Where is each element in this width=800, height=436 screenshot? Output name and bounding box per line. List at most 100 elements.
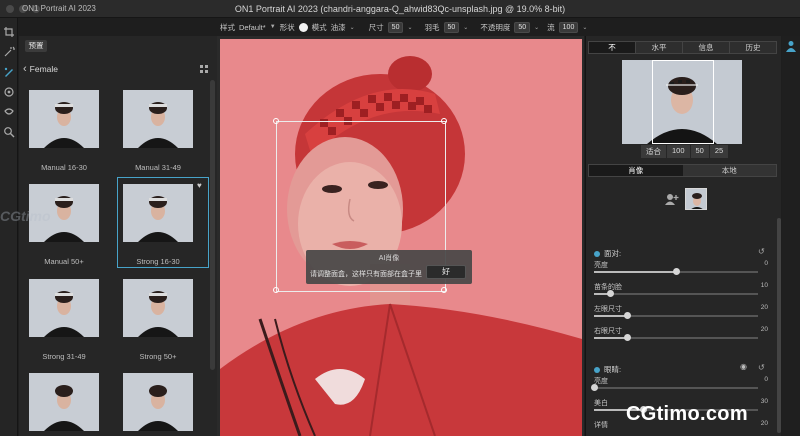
chevron-down-icon: ⌄ xyxy=(534,24,540,31)
slider-knob[interactable] xyxy=(607,290,615,297)
preset-preview-image xyxy=(123,184,193,242)
tab-levels[interactable]: 水平 xyxy=(636,42,683,53)
navigator-viewport[interactable] xyxy=(652,60,714,144)
brush-icon[interactable] xyxy=(3,66,15,78)
presets-scrollbar[interactable] xyxy=(210,80,215,370)
section-enabled-indicator[interactable] xyxy=(594,250,600,257)
slider-value[interactable]: 20 xyxy=(752,304,768,311)
slider-value[interactable]: 0 xyxy=(752,260,768,267)
portrait-person-icon[interactable] xyxy=(785,40,797,52)
slider-value[interactable]: 10 xyxy=(752,282,768,289)
zoom-fit-button[interactable]: 适合 xyxy=(641,145,666,158)
preset-thumbnail[interactable]: Strong 50+ xyxy=(123,279,193,361)
face-section-header[interactable]: 面对: xyxy=(594,248,621,259)
size-field[interactable]: 50 xyxy=(387,21,404,33)
crop-icon[interactable] xyxy=(3,26,15,38)
slider-track[interactable] xyxy=(594,312,758,319)
section-enabled-indicator[interactable] xyxy=(594,366,600,373)
slider-knob[interactable] xyxy=(623,312,631,319)
preset-label: Strong 31-49 xyxy=(42,352,86,361)
slider-slim-face[interactable]: 苗条的脸 10 xyxy=(594,282,770,298)
chevron-down-icon: ⌄ xyxy=(349,24,355,31)
style-select[interactable]: Default* xyxy=(239,23,266,32)
slider-face-brightness[interactable]: 亮度 0 xyxy=(594,260,770,276)
slider-track[interactable] xyxy=(594,268,758,275)
flow-field[interactable]: 100 xyxy=(558,21,579,33)
dialog-title: AI肖像 xyxy=(378,255,400,262)
feather-label: 羽毛 xyxy=(424,22,440,32)
preset-category-nav[interactable]: ‹ Female xyxy=(23,63,58,75)
resize-handle[interactable] xyxy=(441,287,447,293)
slider-track[interactable] xyxy=(594,334,758,341)
slider-eyes-brightness[interactable]: 亮度 0 xyxy=(591,376,770,392)
chevron-left-icon[interactable]: ‹ xyxy=(23,63,27,75)
face-section-title: 面对: xyxy=(604,249,622,258)
chevron-down-icon: ⌄ xyxy=(407,24,413,31)
eyes-section-header[interactable]: 眼睛: xyxy=(594,364,621,375)
retouch-icon[interactable] xyxy=(3,86,15,98)
brush-shape-icon[interactable] xyxy=(298,22,308,32)
zoom-100-button[interactable]: 100 xyxy=(667,145,690,158)
preset-label: Manual 16-30 xyxy=(41,163,87,172)
zoom-icon[interactable] xyxy=(3,126,15,138)
tab-navigator[interactable]: 不 xyxy=(589,42,636,53)
resize-handle[interactable] xyxy=(273,118,279,124)
slider-track[interactable] xyxy=(594,290,758,297)
detected-face-thumbnail[interactable] xyxy=(685,188,707,210)
tab-info[interactable]: 信息 xyxy=(683,42,730,53)
preset-thumbnail[interactable]: Strong 31-49 xyxy=(29,279,99,361)
feather-field[interactable]: 50 xyxy=(443,21,460,33)
ai-portrait-dialog: AI肖像 请调整面盒，这样只有面部在盒子里 好 xyxy=(306,250,472,284)
preset-thumbnail[interactable] xyxy=(123,373,193,436)
resize-handle[interactable] xyxy=(273,287,279,293)
slider-value[interactable]: 20 xyxy=(752,420,768,427)
wand-icon[interactable] xyxy=(3,46,15,58)
slider-knob[interactable] xyxy=(673,268,680,275)
eye-visibility-icon[interactable]: ◉ xyxy=(740,362,747,371)
slider-fill xyxy=(594,337,627,339)
slider-label: 亮度 xyxy=(594,262,608,269)
grid-view-icon[interactable] xyxy=(200,65,208,73)
slider-label: 右眼尺寸 xyxy=(594,328,622,335)
panel-scrollbar[interactable] xyxy=(777,218,781,433)
reset-icon[interactable]: ↺ xyxy=(758,363,765,372)
zoom-buttons: 适合 100 50 25 xyxy=(641,145,729,158)
slider-value[interactable]: 30 xyxy=(752,398,768,405)
tab-history[interactable]: 历史 xyxy=(730,42,776,53)
module-tabs: 肖像 本地 xyxy=(588,164,777,177)
ok-button[interactable]: 好 xyxy=(426,265,466,279)
mask-icon[interactable] xyxy=(3,106,15,118)
preset-thumbnail[interactable]: Manual 31-49 xyxy=(123,90,193,172)
slider-track[interactable] xyxy=(591,384,758,391)
slider-value[interactable]: 0 xyxy=(752,376,768,383)
favorite-heart-icon[interactable]: ♥ xyxy=(197,181,202,190)
preset-thumbnail-selected[interactable]: ♥ Strong 16-30 xyxy=(117,177,209,268)
zoom-25-button[interactable]: 25 xyxy=(709,145,729,158)
preset-category-title: Female xyxy=(29,64,59,74)
slider-left-eye-size[interactable]: 左眼尺寸 20 xyxy=(594,304,770,320)
chevron-down-icon: ⌄ xyxy=(463,24,469,31)
eyes-section-title: 眼睛: xyxy=(604,365,622,374)
slider-right-eye-size[interactable]: 右眼尺寸 20 xyxy=(594,326,770,342)
preset-preview-image xyxy=(123,373,193,431)
opacity-label: 不透明度 xyxy=(480,22,511,32)
preset-thumbnail[interactable] xyxy=(29,373,99,436)
presets-tab[interactable]: 预置 xyxy=(25,40,47,52)
resize-handle[interactable] xyxy=(441,118,447,124)
slider-label: 左眼尺寸 xyxy=(594,306,622,313)
mode-select[interactable]: 油漆 xyxy=(331,22,346,33)
zoom-50-button[interactable]: 50 xyxy=(690,145,709,158)
size-label: 尺寸 xyxy=(368,22,384,32)
preset-thumbnail[interactable]: Manual 16-30 xyxy=(29,90,99,172)
navigator-preview[interactable] xyxy=(622,60,742,144)
slider-value[interactable]: 20 xyxy=(752,326,768,333)
reset-icon[interactable]: ↺ xyxy=(758,247,765,256)
chevron-down-icon: ▼ xyxy=(269,24,276,30)
add-face-icon[interactable] xyxy=(664,193,680,205)
opacity-field[interactable]: 50 xyxy=(514,21,531,33)
tab-local[interactable]: 本地 xyxy=(682,165,776,176)
watermark: CGtimo.com xyxy=(626,403,748,425)
tab-portrait[interactable]: 肖像 xyxy=(589,165,683,176)
slider-knob[interactable] xyxy=(591,384,598,391)
slider-knob[interactable] xyxy=(623,334,631,341)
